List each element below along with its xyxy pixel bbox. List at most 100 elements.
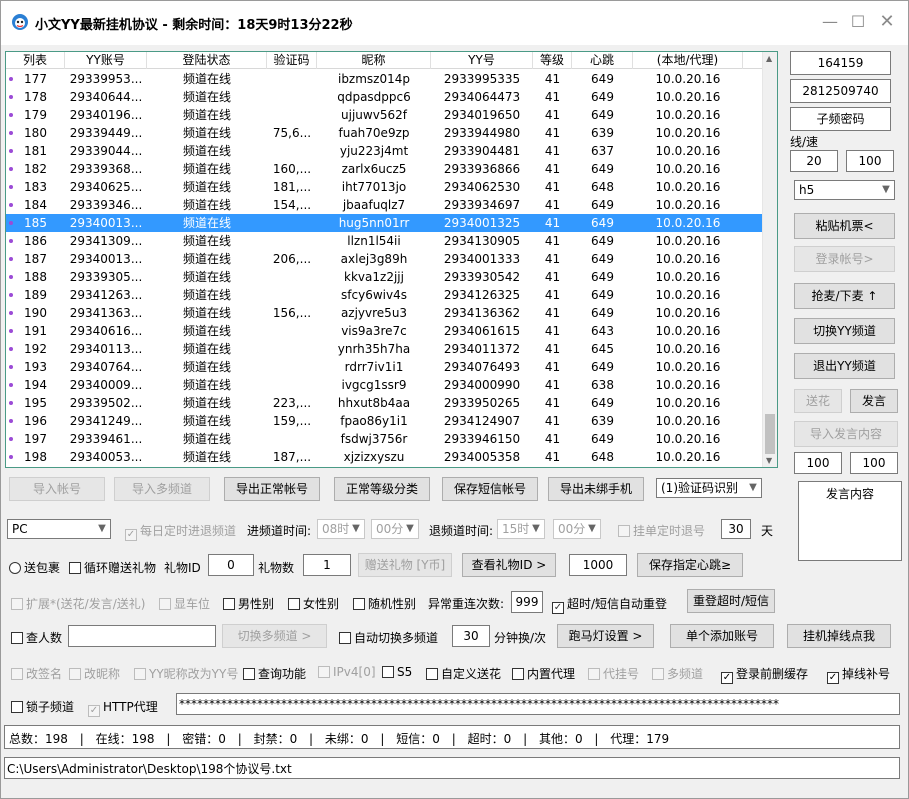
table-row[interactable]: 197 29339461... 频道在线 fsdwj3756r 2933946150 41… bbox=[6, 430, 763, 448]
table-row[interactable]: 193 29340764... 频道在线 rdrr7iv1i1 2934076493 41… bbox=[6, 358, 763, 376]
save-sms-button[interactable]: 保存短信帐号 bbox=[442, 477, 538, 501]
proxy-password-field[interactable]: ****************************************… bbox=[176, 693, 900, 715]
retry-count-field[interactable]: 999 bbox=[511, 591, 543, 613]
export-unbound-button[interactable]: 导出未绑手机 bbox=[548, 477, 644, 501]
gift-count-field[interactable]: 1 bbox=[303, 554, 351, 576]
speed-b-field[interactable]: 100 bbox=[846, 150, 894, 172]
table-row[interactable]: 187 29340013... 频道在线 206,... axlej3g89h 29340… bbox=[6, 250, 763, 268]
grab-mic-button[interactable]: 抢麦/下麦 ↑ bbox=[794, 283, 895, 309]
female-checkbox[interactable]: 女性别 bbox=[288, 595, 339, 612]
table-row[interactable]: 186 29341309... 频道在线 llzn1l54ii 2934130905 41… bbox=[6, 232, 763, 250]
speak-button[interactable]: 发言 bbox=[850, 389, 898, 413]
login-account-button[interactable]: 登录帐号> bbox=[794, 246, 895, 272]
male-checkbox[interactable]: 男性别 bbox=[223, 595, 274, 612]
table-row[interactable]: 191 29340616... 频道在线 vis9a3re7c 2934061615 41… bbox=[6, 322, 763, 340]
table-row[interactable]: 182 29339368... 频道在线 160,... zarlx6ucz5 29339… bbox=[6, 160, 763, 178]
import-speak-button[interactable]: 导入发言内容 bbox=[794, 421, 898, 447]
multi-channel-checkbox[interactable]: 多频道 bbox=[652, 665, 703, 682]
header-col-heartbeat[interactable]: 心跳 bbox=[572, 52, 633, 69]
channel-number-field[interactable]: 2812509740 bbox=[790, 79, 891, 103]
hang-single-checkbox[interactable]: 挂单定时退号 bbox=[618, 522, 705, 539]
s5-checkbox[interactable]: S5 bbox=[382, 665, 412, 679]
table-row[interactable]: 185 29340013... 频道在线 hug5nn01rr 2934001325 41… bbox=[6, 214, 763, 232]
http-proxy-checkbox[interactable]: ✓ HTTP代理 bbox=[88, 698, 158, 717]
enter-hour-select[interactable]: 08时 ▼ bbox=[317, 519, 365, 539]
send-flower-button[interactable]: 送花 bbox=[794, 389, 842, 413]
platform-select[interactable]: PC ▼ bbox=[7, 519, 111, 539]
show-seat-checkbox[interactable]: 显车位 bbox=[159, 595, 210, 612]
import-account-button[interactable]: 导入帐号 bbox=[9, 477, 105, 501]
hang-drop-button[interactable]: 挂机掉线点我 bbox=[787, 624, 891, 648]
level-sort-button[interactable]: 正常等级分类 bbox=[334, 477, 430, 501]
auto-switch-checkbox[interactable]: 自动切换多频道 bbox=[339, 629, 438, 646]
speak-interval-a-field[interactable]: 100 bbox=[794, 452, 842, 474]
add-single-account-button[interactable]: 单个添加账号 bbox=[670, 624, 774, 648]
table-row[interactable]: 192 29340113... 频道在线 ynrh35h7ha 2934011372 41… bbox=[6, 340, 763, 358]
send-package-radio[interactable]: 送包裹 bbox=[9, 559, 60, 576]
exit-channel-button[interactable]: 退出YY频道 bbox=[794, 353, 895, 379]
gift-id-field[interactable]: 0 bbox=[208, 554, 254, 576]
lock-subchannel-checkbox[interactable]: 锁子频道 bbox=[11, 698, 74, 715]
drop-fill-checkbox[interactable]: ✓ 掉线补号 bbox=[827, 665, 890, 684]
scroll-thumb[interactable] bbox=[765, 414, 775, 454]
account-table[interactable]: 列表 YY账号 登陆状态 验证码 昵称 YY号 等级 心跳 (本地/代理) 177 2933995… bbox=[5, 51, 778, 468]
table-row[interactable]: 179 29340196... 频道在线 ujjuwv562f 2934019650 41… bbox=[6, 106, 763, 124]
table-row[interactable]: 190 29341363... 频道在线 156,... azjyvre5u3 29341… bbox=[6, 304, 763, 322]
random-gender-checkbox[interactable]: 随机性别 bbox=[353, 595, 416, 612]
exit-minute-select[interactable]: 00分 ▼ bbox=[553, 519, 601, 539]
builtin-proxy-checkbox[interactable]: 内置代理 bbox=[512, 665, 575, 682]
proxy-hang-checkbox[interactable]: 代挂号 bbox=[588, 665, 639, 682]
exit-hour-select[interactable]: 15时 ▼ bbox=[497, 519, 545, 539]
scroll-down-icon[interactable]: ▼ bbox=[766, 456, 772, 465]
save-heartbeat-button[interactable]: 保存指定心跳≥ bbox=[637, 553, 743, 577]
switch-multi-channel-button[interactable]: 切换多频道 > bbox=[222, 624, 327, 648]
table-row[interactable]: 180 29339449... 频道在线 75,6... fuah70e9zp 29339… bbox=[6, 124, 763, 142]
clear-cache-checkbox[interactable]: ✓ 登录前删缓存 bbox=[721, 665, 808, 684]
minimize-icon[interactable]: — bbox=[817, 9, 843, 35]
auto-relogin-checkbox[interactable]: ✓ 超时/短信自动重登 bbox=[552, 595, 667, 614]
table-row[interactable]: 188 29339305... 频道在线 kkva1z2jjj 2933930542 41… bbox=[6, 268, 763, 286]
captcha-mode-select[interactable]: (1)验证码识别 ▼ bbox=[656, 478, 762, 498]
loop-gift-checkbox[interactable]: 循环赠送礼物 bbox=[69, 559, 156, 576]
paste-ticket-button[interactable]: 粘贴机票< bbox=[794, 213, 895, 239]
table-row[interactable]: 184 29339346... 频道在线 154,... jbaafuqlz7 29339… bbox=[6, 196, 763, 214]
ipv4-checkbox[interactable]: IPv4[0] bbox=[318, 665, 376, 679]
header-col-level[interactable]: 等级 bbox=[533, 52, 572, 69]
export-normal-button[interactable]: 导出正常帐号 bbox=[224, 477, 320, 501]
speak-content-textarea[interactable]: 发言内容 bbox=[798, 481, 902, 561]
speak-interval-b-field[interactable]: 100 bbox=[850, 452, 898, 474]
header-col-yy-account[interactable]: YY账号 bbox=[65, 52, 147, 69]
subchannel-password-field[interactable]: 子频密码 bbox=[790, 107, 891, 131]
table-row[interactable]: 181 29339044... 频道在线 yju223j4mt 2933904481 41… bbox=[6, 142, 763, 160]
check-count-field[interactable] bbox=[68, 625, 216, 647]
table-row[interactable]: 194 29340009... 频道在线 ivgcg1ssr9 2934000990 41… bbox=[6, 376, 763, 394]
heartbeat-field[interactable]: 1000 bbox=[569, 554, 627, 576]
header-col-captcha[interactable]: 验证码 bbox=[267, 52, 317, 69]
table-row[interactable]: 177 29339953... 频道在线 ibzmsz014p 2933995335 41… bbox=[6, 70, 763, 88]
custom-flower-checkbox[interactable]: 自定义送花 bbox=[426, 665, 501, 682]
close-icon[interactable]: ✕ bbox=[874, 9, 900, 35]
rename-signature-checkbox[interactable]: 改签名 bbox=[11, 665, 62, 682]
switch-channel-button[interactable]: 切换YY频道 bbox=[794, 318, 895, 344]
header-col-login-status[interactable]: 登陆状态 bbox=[147, 52, 267, 69]
header-col-proxy[interactable]: (本地/代理) bbox=[633, 52, 743, 69]
file-path-field[interactable]: C:\Users\Administrator\Desktop\198个协议号.t… bbox=[4, 757, 900, 779]
relogin-button[interactable]: 重登超时/短信 bbox=[687, 589, 775, 613]
query-checkbox[interactable]: 查询功能 bbox=[243, 665, 306, 682]
table-row[interactable]: 178 29340644... 频道在线 qdpasdppc6 2934064473 41… bbox=[6, 88, 763, 106]
daily-timer-checkbox[interactable]: ✓ 每日定时进退频道 bbox=[125, 522, 236, 541]
table-row[interactable]: 183 29340625... 频道在线 181,... iht77013jo 29340… bbox=[6, 178, 763, 196]
table-row[interactable]: 198 29340053... 频道在线 187,... xjzizxyszu 29340… bbox=[6, 448, 763, 466]
maximize-icon[interactable]: ☐ bbox=[845, 9, 871, 35]
check-count-checkbox[interactable]: 查人数 bbox=[11, 629, 62, 646]
give-gift-button[interactable]: 赠送礼物 [Y币] bbox=[358, 553, 452, 577]
rename-nick-checkbox[interactable]: 改昵称 bbox=[69, 665, 120, 682]
enter-minute-select[interactable]: 00分 ▼ bbox=[371, 519, 419, 539]
nick-to-yy-checkbox[interactable]: YY昵称改为YY号 bbox=[134, 665, 238, 682]
scroll-up-icon[interactable]: ▲ bbox=[766, 54, 772, 63]
expand-checkbox[interactable]: 扩展*(送花/发言/送礼) bbox=[11, 595, 145, 612]
table-row[interactable]: 189 29341263... 频道在线 sfcy6wiv4s 2934126325 41… bbox=[6, 286, 763, 304]
header-col-list[interactable]: 列表 bbox=[6, 52, 65, 69]
header-col-yy-number[interactable]: YY号 bbox=[431, 52, 533, 69]
channel-id-field[interactable]: 164159 bbox=[790, 51, 891, 75]
